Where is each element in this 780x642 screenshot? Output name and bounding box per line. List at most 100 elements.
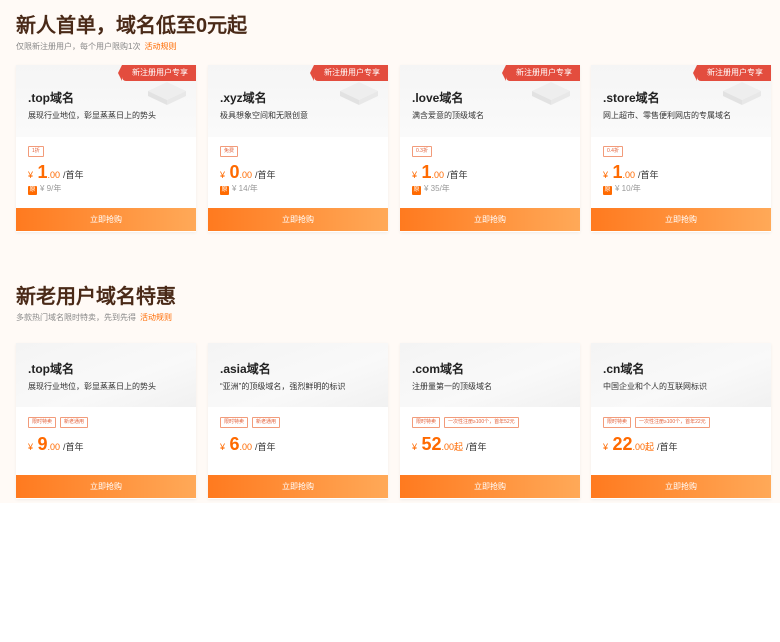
discount-tag: 0.3折 — [412, 146, 432, 157]
price-integer: 22 — [612, 434, 633, 454]
currency-symbol: ¥ — [28, 442, 34, 452]
price: ¥ 1.00/首年 — [412, 162, 468, 183]
original-price: 原 ¥ 35/年 — [412, 183, 450, 195]
domain-card-love: 新注册用户专享 .love域名 满含爱意的顶级域名 0.3折 ¥ 1.00/首年… — [400, 65, 580, 232]
price-unit: /首年 — [255, 170, 276, 180]
original-price: 原 ¥ 14/年 — [220, 183, 258, 195]
promo-tag: 新老通用 — [60, 417, 89, 428]
price-decimal: .00 — [431, 170, 444, 180]
promo-tag: 新老通用 — [252, 417, 281, 428]
price: ¥ 22.00起/首年 — [603, 434, 678, 455]
price-decimal: .00起 — [632, 442, 655, 452]
domain-name: .love域名 — [412, 91, 464, 105]
domain-desc: 注册量第一的顶级域名 — [412, 382, 492, 391]
price-unit: /首年 — [466, 442, 487, 452]
promo-tag: 限时特卖 — [220, 417, 249, 428]
buy-now-button[interactable]: 立即抢购 — [208, 475, 388, 498]
price-decimal: .00 — [239, 170, 252, 180]
price-integer: 52 — [421, 434, 442, 454]
price: ¥ 6.00/首年 — [220, 434, 276, 455]
promo-tag: 限时特卖 — [603, 417, 632, 428]
tag-row: 限时特卖 一次性注册≥100个，首年22元 — [603, 417, 714, 435]
tag-row: 限时特卖 一次性注册≥100个，首年52元 — [412, 417, 523, 435]
domain-card-top: .top域名 展现行业地位，彰显蒸蒸日上的势头 限时特卖 新老通用 ¥ 9.00/… — [16, 343, 196, 499]
original-price-text: ¥ 14/年 — [232, 184, 258, 193]
original-price-text: ¥ 10/年 — [615, 184, 641, 193]
domain-card-com: .com域名 注册量第一的顶级域名 限时特卖 一次性注册≥100个，首年52元 ¥… — [400, 343, 580, 499]
price-integer: 9 — [37, 434, 48, 454]
domain-card-asia: .asia域名 “亚洲”的顶级域名，强烈鲜明的标识 限时特卖 新老通用 ¥ 6.0… — [208, 343, 388, 499]
price-integer: 0 — [229, 162, 240, 182]
domain-desc: 展现行业地位，彰显蒸蒸日上的势头 — [28, 111, 156, 120]
domain-desc: 极具想象空间和无限创意 — [220, 111, 308, 120]
domain-name: .asia域名 — [220, 362, 271, 376]
buy-now-button[interactable]: 立即抢购 — [400, 208, 580, 231]
subtitle-text: 仅限新注册用户，每个用户限购1次 — [16, 42, 141, 51]
domain-desc: “亚洲”的顶级域名，强烈鲜明的标识 — [220, 382, 346, 391]
price-unit: /首年 — [255, 442, 276, 452]
price-unit: /首年 — [638, 170, 659, 180]
original-badge: 原 — [603, 186, 612, 195]
original-badge: 原 — [412, 186, 421, 195]
discount-tag: 1折 — [28, 146, 44, 157]
price-decimal: .00 — [622, 170, 635, 180]
price-integer: 1 — [612, 162, 623, 182]
domain-desc: 展现行业地位，彰显蒸蒸日上的势头 — [28, 382, 156, 391]
original-price: 原 ¥ 9/年 — [28, 183, 61, 195]
domain-illustration-icon — [532, 82, 570, 105]
price-unit: /首年 — [63, 170, 84, 180]
tag-row: 限时特卖 新老通用 — [28, 417, 92, 435]
domain-name: .top域名 — [28, 91, 74, 105]
domain-desc: 满含爱意的顶级域名 — [412, 111, 484, 120]
buy-now-button[interactable]: 立即抢购 — [591, 475, 771, 498]
section-title: 新人首单，域名低至0元起 — [16, 15, 248, 37]
original-price-text: ¥ 35/年 — [424, 184, 450, 193]
currency-symbol: ¥ — [412, 170, 418, 180]
domain-illustration-icon — [148, 82, 186, 105]
domain-illustration-icon — [340, 82, 378, 105]
buy-now-button[interactable]: 立即抢购 — [16, 475, 196, 498]
section-subtitle: 多款热门域名限时特卖，先到先得 活动规则 — [16, 312, 172, 323]
buy-now-button[interactable]: 立即抢购 — [16, 208, 196, 231]
price-unit: /首年 — [657, 442, 678, 452]
price: ¥ 1.00/首年 — [603, 162, 659, 183]
buy-now-button[interactable]: 立即抢购 — [591, 208, 771, 231]
price-unit: /首年 — [447, 170, 468, 180]
currency-symbol: ¥ — [28, 170, 34, 180]
domain-card-cn: .cn域名 中国企业和个人的互联网标识 限时特卖 一次性注册≥100个，首年22元… — [591, 343, 771, 499]
buy-now-button[interactable]: 立即抢购 — [208, 208, 388, 231]
tag-row: 限时特卖 新老通用 — [220, 417, 284, 435]
price-unit: /首年 — [63, 442, 84, 452]
currency-symbol: ¥ — [220, 170, 226, 180]
price-integer: 1 — [421, 162, 432, 182]
domain-name: .com域名 — [412, 362, 465, 376]
original-price: 原 ¥ 10/年 — [603, 183, 641, 195]
domain-illustration-icon — [723, 82, 761, 105]
discount-tag: 免费 — [220, 146, 239, 157]
domain-desc: 中国企业和个人的互联网标识 — [603, 382, 707, 391]
buy-now-button[interactable]: 立即抢购 — [400, 475, 580, 498]
rules-link[interactable]: 活动规则 — [140, 313, 172, 322]
promo-tag: 限时特卖 — [28, 417, 57, 428]
new-user-ribbon: 新注册用户专享 — [310, 65, 388, 81]
currency-symbol: ¥ — [603, 170, 609, 180]
section-title: 新老用户域名特惠 — [16, 286, 176, 308]
rules-link[interactable]: 活动规则 — [144, 42, 176, 51]
domain-name: .store域名 — [603, 91, 660, 105]
new-user-ribbon: 新注册用户专享 — [502, 65, 580, 81]
promo-tag: 一次性注册≥100个，首年22元 — [635, 417, 710, 428]
promo-tag: 限时特卖 — [412, 417, 441, 428]
new-user-ribbon: 新注册用户专享 — [693, 65, 771, 81]
price: ¥ 9.00/首年 — [28, 434, 84, 455]
new-user-ribbon: 新注册用户专享 — [118, 65, 196, 81]
currency-symbol: ¥ — [603, 442, 609, 452]
original-badge: 原 — [220, 186, 229, 195]
price: ¥ 0.00/首年 — [220, 162, 276, 183]
price-decimal: .00起 — [441, 442, 464, 452]
price-decimal: .00 — [47, 170, 60, 180]
price-integer: 1 — [37, 162, 48, 182]
price: ¥ 1.00/首年 — [28, 162, 84, 183]
discount-tag: 0.4折 — [603, 146, 623, 157]
original-price-text: ¥ 9/年 — [40, 184, 62, 193]
domain-card-top: 新注册用户专享 .top域名 展现行业地位，彰显蒸蒸日上的势头 1折 ¥ 1.0… — [16, 65, 196, 232]
